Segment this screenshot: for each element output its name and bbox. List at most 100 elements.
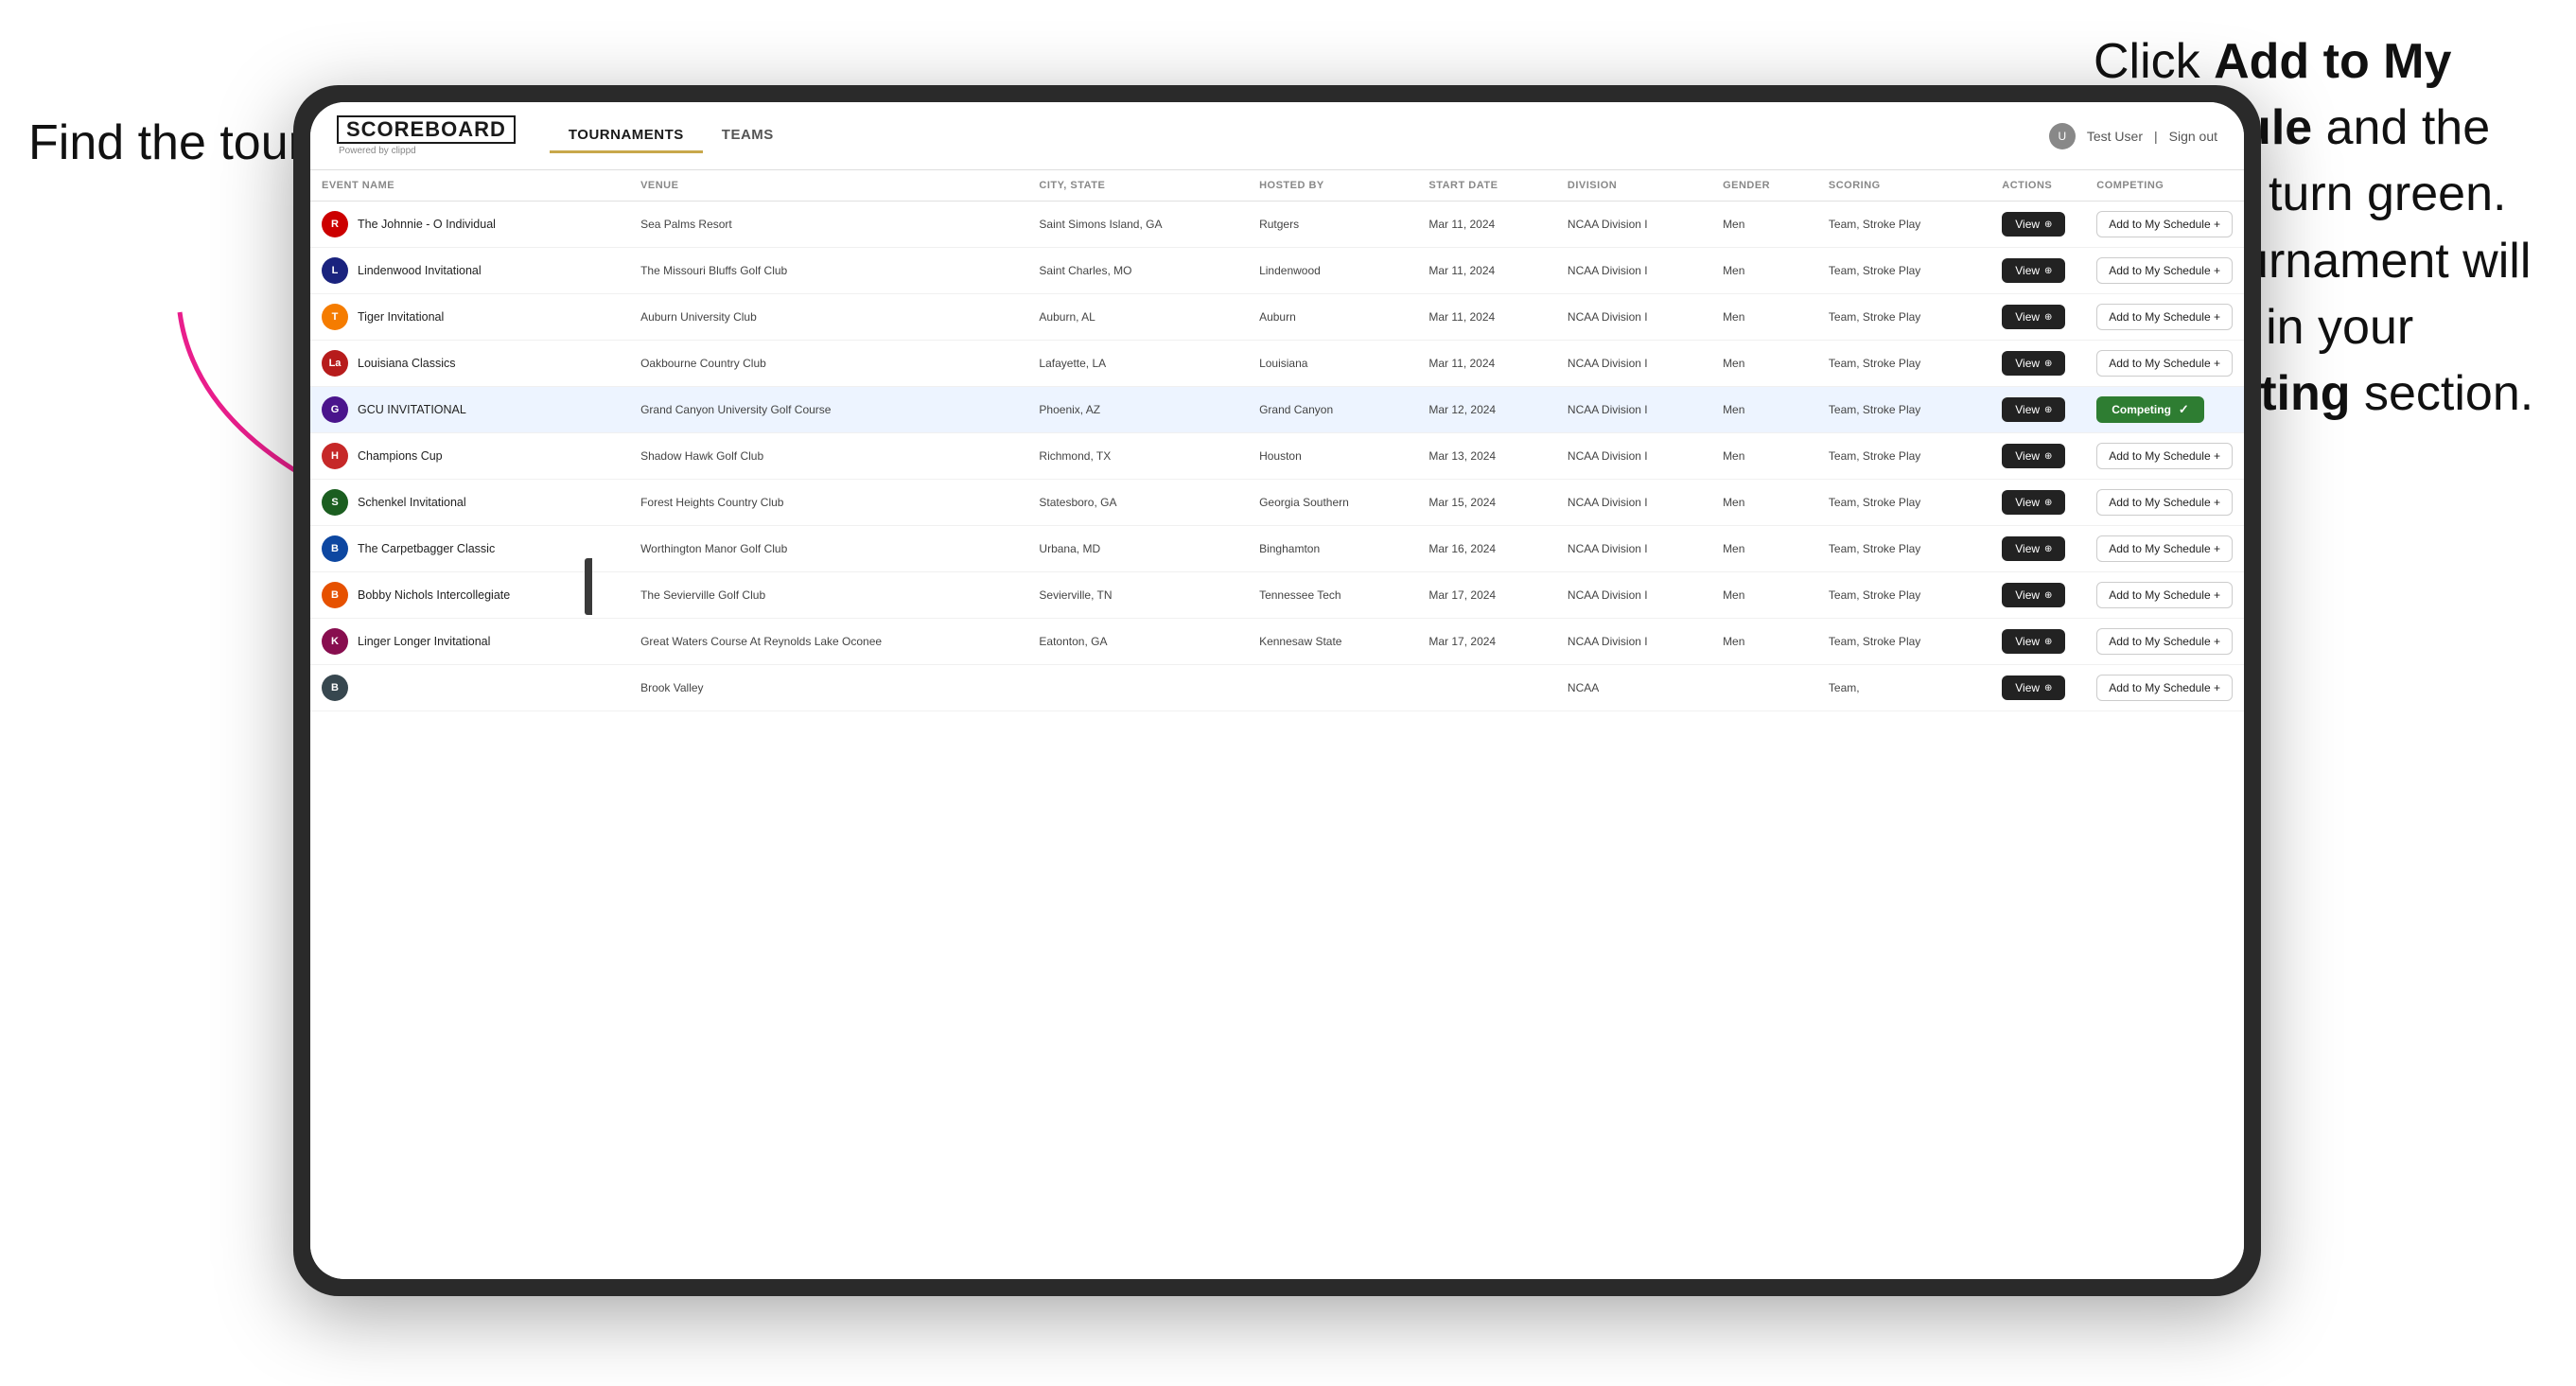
event-name-text: Lindenwood Invitational <box>358 264 482 277</box>
cell-event-name: B <box>310 665 629 711</box>
cell-event-name: T Tiger Invitational <box>310 294 629 341</box>
cell-gender <box>1711 665 1817 711</box>
view-button[interactable]: View ⊕ <box>2002 397 2065 422</box>
table-row: B The Carpetbagger Classic Worthington M… <box>310 526 2244 572</box>
event-name-text: Tiger Invitational <box>358 310 444 324</box>
col-scoring: SCORING <box>1817 170 1990 202</box>
cell-venue: Brook Valley <box>629 665 1027 711</box>
cell-city-state: Auburn, AL <box>1027 294 1248 341</box>
view-button[interactable]: View ⊕ <box>2002 629 2065 654</box>
cell-event-name: R The Johnnie - O Individual <box>310 202 629 248</box>
separator: | <box>2154 129 2158 144</box>
cell-division: NCAA Division I <box>1556 341 1711 387</box>
cell-start-date: Mar 11, 2024 <box>1417 248 1556 294</box>
cell-gender: Men <box>1711 572 1817 619</box>
cell-scoring: Team, Stroke Play <box>1817 248 1990 294</box>
view-button[interactable]: View ⊕ <box>2002 212 2065 237</box>
cell-venue: Oakbourne Country Club <box>629 341 1027 387</box>
col-venue: VENUE <box>629 170 1027 202</box>
cell-scoring: Team, Stroke Play <box>1817 619 1990 665</box>
col-actions: ACTIONS <box>1990 170 2085 202</box>
event-name-text: Schenkel Invitational <box>358 496 466 509</box>
add-schedule-button[interactable]: Add to My Schedule + <box>2096 675 2233 701</box>
cell-scoring: Team, Stroke Play <box>1817 480 1990 526</box>
cell-start-date: Mar 13, 2024 <box>1417 433 1556 480</box>
cell-city-state <box>1027 665 1248 711</box>
cell-actions: View ⊕ <box>1990 202 2085 248</box>
cell-gender: Men <box>1711 526 1817 572</box>
cell-division: NCAA Division I <box>1556 619 1711 665</box>
annotation-right-text3: section. <box>2351 366 2534 421</box>
cell-actions: View ⊕ <box>1990 433 2085 480</box>
tournaments-table: EVENT NAME VENUE CITY, STATE HOSTED BY S… <box>310 170 2244 711</box>
cell-start-date: Mar 11, 2024 <box>1417 341 1556 387</box>
cell-actions: View ⊕ <box>1990 572 2085 619</box>
cell-actions: View ⊕ <box>1990 248 2085 294</box>
col-start-date: START DATE <box>1417 170 1556 202</box>
cell-start-date: Mar 11, 2024 <box>1417 294 1556 341</box>
cell-start-date <box>1417 665 1556 711</box>
col-hosted-by: HOSTED BY <box>1248 170 1417 202</box>
view-button[interactable]: View ⊕ <box>2002 675 2065 700</box>
cell-actions: View ⊕ <box>1990 480 2085 526</box>
table-row: T Tiger Invitational Auburn University C… <box>310 294 2244 341</box>
view-button[interactable]: View ⊕ <box>2002 351 2065 376</box>
cell-city-state: Richmond, TX <box>1027 433 1248 480</box>
cell-city-state: Statesboro, GA <box>1027 480 1248 526</box>
col-competing: COMPETING <box>2085 170 2244 202</box>
add-schedule-button[interactable]: Add to My Schedule + <box>2096 535 2233 562</box>
view-button[interactable]: View ⊕ <box>2002 258 2065 283</box>
cell-division: NCAA Division I <box>1556 248 1711 294</box>
cell-venue: Shadow Hawk Golf Club <box>629 433 1027 480</box>
view-button[interactable]: View ⊕ <box>2002 444 2065 468</box>
user-label: Test User <box>2087 129 2143 144</box>
event-name-text: The Carpetbagger Classic <box>358 542 495 555</box>
view-button[interactable]: View ⊕ <box>2002 305 2065 329</box>
tab-teams[interactable]: TEAMS <box>703 119 793 153</box>
add-schedule-button[interactable]: Add to My Schedule + <box>2096 489 2233 516</box>
cell-venue: The Missouri Bluffs Golf Club <box>629 248 1027 294</box>
team-logo: H <box>322 443 348 469</box>
team-logo: B <box>322 582 348 608</box>
team-logo: K <box>322 628 348 655</box>
table-row: L Lindenwood Invitational The Missouri B… <box>310 248 2244 294</box>
cell-gender: Men <box>1711 248 1817 294</box>
team-logo: R <box>322 211 348 237</box>
event-name-text: The Johnnie - O Individual <box>358 218 496 231</box>
tab-tournaments[interactable]: TOURNAMENTS <box>550 119 703 153</box>
tablet-frame: SCOREBOARD Powered by clippd TOURNAMENTS… <box>293 85 2261 1296</box>
table-row: H Champions Cup Shadow Hawk Golf ClubRic… <box>310 433 2244 480</box>
add-schedule-button[interactable]: Add to My Schedule + <box>2096 628 2233 655</box>
cell-gender: Men <box>1711 202 1817 248</box>
competing-button[interactable]: Competing ✓ <box>2096 396 2204 423</box>
cell-competing: Add to My Schedule + <box>2085 480 2244 526</box>
cell-venue: Sea Palms Resort <box>629 202 1027 248</box>
cell-hosted-by: Georgia Southern <box>1248 480 1417 526</box>
table-row: K Linger Longer Invitational Great Water… <box>310 619 2244 665</box>
event-name-text: GCU INVITATIONAL <box>358 403 466 416</box>
view-button[interactable]: View ⊕ <box>2002 490 2065 515</box>
add-schedule-button[interactable]: Add to My Schedule + <box>2096 211 2233 237</box>
add-schedule-button[interactable]: Add to My Schedule + <box>2096 443 2233 469</box>
logo-text: SCOREBOARD <box>337 115 516 144</box>
signout-link[interactable]: Sign out <box>2169 129 2217 144</box>
cell-actions: View ⊕ <box>1990 294 2085 341</box>
table-row: R The Johnnie - O Individual Sea Palms R… <box>310 202 2244 248</box>
view-button[interactable]: View ⊕ <box>2002 583 2065 607</box>
cell-competing: Add to My Schedule + <box>2085 433 2244 480</box>
add-schedule-button[interactable]: Add to My Schedule + <box>2096 304 2233 330</box>
user-avatar: U <box>2049 123 2076 149</box>
cell-competing: Add to My Schedule + <box>2085 341 2244 387</box>
cell-division: NCAA Division I <box>1556 526 1711 572</box>
cell-competing: Add to My Schedule + <box>2085 248 2244 294</box>
view-button[interactable]: View ⊕ <box>2002 536 2065 561</box>
cell-gender: Men <box>1711 433 1817 480</box>
add-schedule-button[interactable]: Add to My Schedule + <box>2096 350 2233 377</box>
cell-city-state: Eatonton, GA <box>1027 619 1248 665</box>
cell-event-name: S Schenkel Invitational <box>310 480 629 526</box>
event-name-text: Louisiana Classics <box>358 357 456 370</box>
table-row: B Brook ValleyNCAATeam, View ⊕ Add to My… <box>310 665 2244 711</box>
app-header: SCOREBOARD Powered by clippd TOURNAMENTS… <box>310 102 2244 170</box>
add-schedule-button[interactable]: Add to My Schedule + <box>2096 582 2233 608</box>
add-schedule-button[interactable]: Add to My Schedule + <box>2096 257 2233 284</box>
